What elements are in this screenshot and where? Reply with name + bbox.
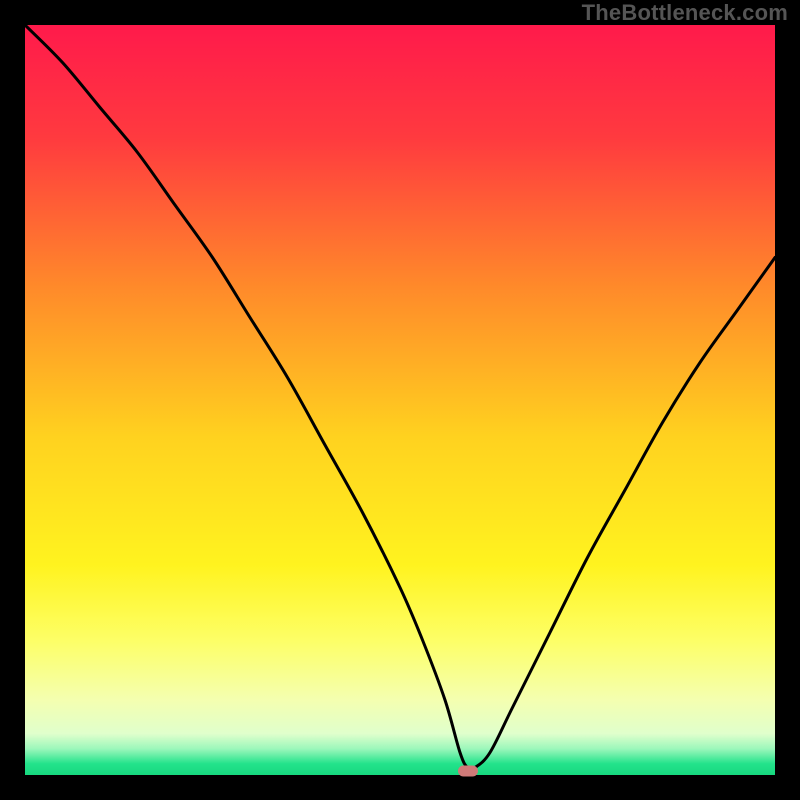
gradient-background xyxy=(25,25,775,775)
optimal-marker xyxy=(458,766,478,777)
plot-svg xyxy=(25,25,775,775)
plot-area xyxy=(25,25,775,775)
chart-frame: TheBottleneck.com xyxy=(0,0,800,800)
watermark-text: TheBottleneck.com xyxy=(582,0,788,26)
